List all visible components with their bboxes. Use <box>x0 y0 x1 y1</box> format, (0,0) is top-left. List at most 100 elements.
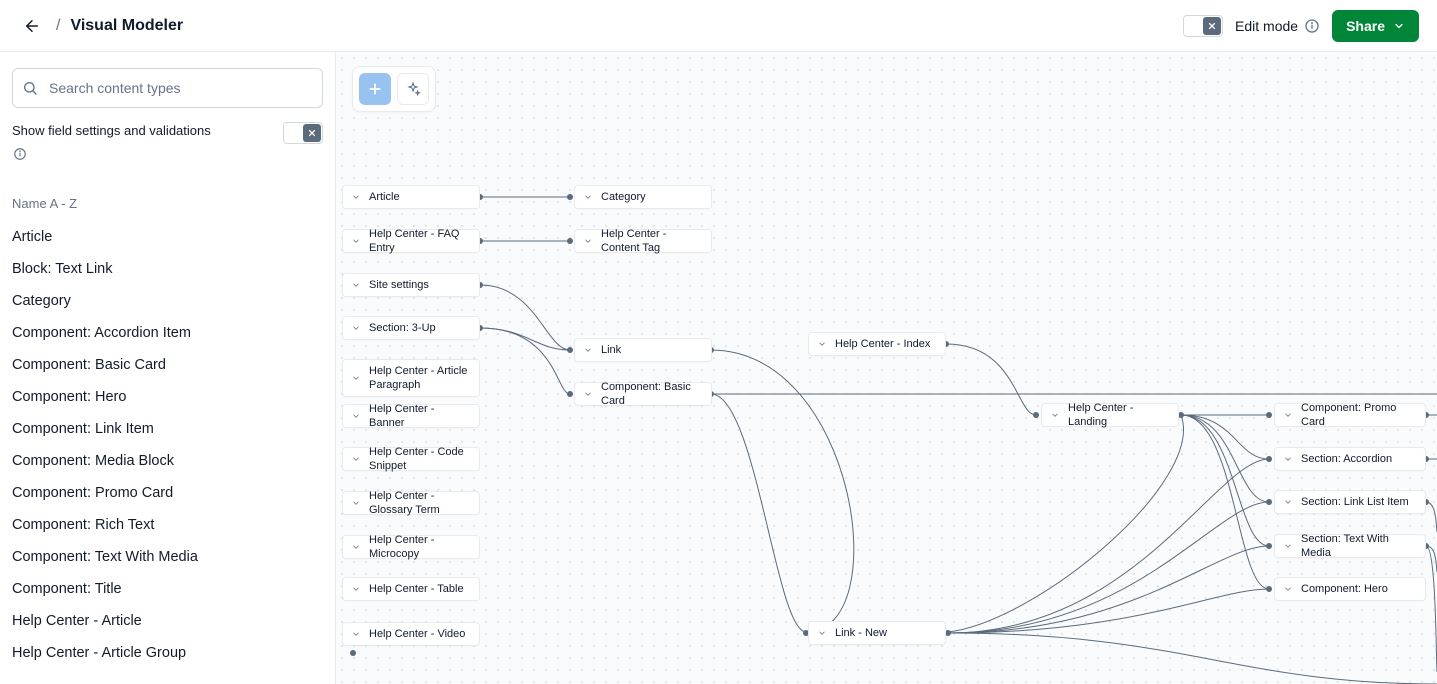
share-button-label: Share <box>1346 18 1385 34</box>
node-label: Help Center - Code Snippet <box>369 445 469 473</box>
close-icon <box>307 128 317 138</box>
chevron-down-icon <box>581 234 595 248</box>
node-label: Component: Basic Card <box>601 380 701 408</box>
node-link[interactable]: Link <box>574 338 712 362</box>
node-microcopy[interactable]: Help Center - Microcopy <box>342 535 480 559</box>
list-item[interactable]: Help Center - Article <box>12 605 323 637</box>
list-item[interactable]: Component: Link Item <box>12 413 323 445</box>
node-banner[interactable]: Help Center - Banner <box>342 404 480 428</box>
content-type-list: Article Block: Text Link Category Compon… <box>12 221 323 669</box>
chevron-down-icon <box>349 452 363 466</box>
page-title: Visual Modeler <box>70 17 183 35</box>
edit-mode-toggle[interactable] <box>1183 15 1223 37</box>
node-label: Link - New <box>835 626 887 640</box>
node-code-snippet[interactable]: Help Center - Code Snippet <box>342 447 480 471</box>
node-faq-entry[interactable]: Help Center - FAQ Entry <box>342 229 480 253</box>
canvas-toolbar <box>352 66 436 112</box>
chevron-down-icon <box>349 627 363 641</box>
node-label: Component: Hero <box>1301 582 1388 596</box>
show-fields-toggle[interactable] <box>283 122 323 144</box>
topbar-actions: Edit mode Share <box>1183 10 1419 42</box>
list-item[interactable]: Component: Text With Media <box>12 541 323 573</box>
list-item[interactable]: Component: Basic Card <box>12 349 323 381</box>
node-label: Help Center - Glossary Term <box>369 489 469 517</box>
info-icon[interactable] <box>12 146 28 162</box>
list-item[interactable]: Component: Rich Text <box>12 509 323 541</box>
canvas[interactable]: Article Help Center - FAQ Entry Site set… <box>336 52 1437 684</box>
node-article-paragraph[interactable]: Help Center - Article Paragraph <box>342 359 480 397</box>
node-section-textmedia[interactable]: Section: Text With Media <box>1274 534 1426 558</box>
node-content-tag[interactable]: Help Center - Content Tag <box>574 229 712 253</box>
node-hc-landing[interactable]: Help Center - Landing <box>1041 403 1179 427</box>
node-label: Article <box>369 190 400 204</box>
chevron-down-icon <box>1281 582 1295 596</box>
toggle-knob <box>1203 17 1221 35</box>
toggle-knob <box>303 124 321 142</box>
node-label: Help Center - Table <box>369 582 464 596</box>
sidebar: Show field settings and validations Name… <box>0 52 336 684</box>
show-fields-text: Show field settings and validations <box>12 122 211 140</box>
node-label: Help Center - Article Paragraph <box>369 364 469 392</box>
chevron-down-icon <box>349 371 363 385</box>
list-item[interactable]: Component: Promo Card <box>12 477 323 509</box>
chevron-down-icon <box>581 190 595 204</box>
node-label: Section: 3-Up <box>369 321 436 335</box>
chevron-down-icon <box>581 343 595 357</box>
node-label: Help Center - Video <box>369 627 465 641</box>
node-label: Site settings <box>369 278 429 292</box>
show-fields-label: Show field settings and validations <box>12 122 222 162</box>
plus-icon <box>367 81 383 97</box>
edit-mode-label: Edit mode <box>1235 18 1320 34</box>
node-section-3up[interactable]: Section: 3-Up <box>342 316 480 340</box>
edit-mode-text: Edit mode <box>1235 18 1298 34</box>
info-icon[interactable] <box>1304 18 1320 34</box>
node-table[interactable]: Help Center - Table <box>342 577 480 601</box>
chevron-down-icon <box>581 387 595 401</box>
close-icon <box>1207 21 1217 31</box>
node-label: Help Center - Index <box>835 337 930 351</box>
back-button[interactable] <box>18 12 46 40</box>
node-label: Section: Link List Item <box>1301 495 1409 509</box>
chevron-down-icon <box>815 337 829 351</box>
auto-layout-button[interactable] <box>397 73 429 105</box>
breadcrumb-separator: / <box>56 17 60 35</box>
chevron-down-icon <box>349 190 363 204</box>
node-label: Section: Text With Media <box>1301 532 1415 560</box>
node-promo-card[interactable]: Component: Promo Card <box>1274 403 1426 427</box>
chevron-down-icon <box>815 626 829 640</box>
node-category[interactable]: Category <box>574 185 712 209</box>
chevron-down-icon <box>349 234 363 248</box>
node-basic-card[interactable]: Component: Basic Card <box>574 382 712 406</box>
node-article[interactable]: Article <box>342 185 480 209</box>
add-node-button[interactable] <box>359 73 391 105</box>
node-link-new[interactable]: Link - New <box>808 621 946 645</box>
node-section-accordion[interactable]: Section: Accordion <box>1274 447 1426 471</box>
main: Show field settings and validations Name… <box>0 52 1437 684</box>
search-icon <box>22 80 38 96</box>
list-item[interactable]: Help Center - Article Group <box>12 637 323 669</box>
sparkle-icon <box>405 81 421 97</box>
chevron-down-icon <box>1048 408 1062 422</box>
chevron-down-icon <box>349 321 363 335</box>
node-label: Category <box>601 190 646 204</box>
list-item[interactable]: Component: Title <box>12 573 323 605</box>
list-item[interactable]: Component: Hero <box>12 381 323 413</box>
search-input[interactable] <box>12 68 323 108</box>
node-video[interactable]: Help Center - Video <box>342 622 480 646</box>
topbar: / Visual Modeler Edit mode Share <box>0 0 1437 52</box>
node-section-linklist[interactable]: Section: Link List Item <box>1274 490 1426 514</box>
chevron-down-icon <box>349 278 363 292</box>
node-glossary-term[interactable]: Help Center - Glossary Term <box>342 491 480 515</box>
chevron-down-icon <box>349 409 363 423</box>
share-button[interactable]: Share <box>1332 10 1419 42</box>
list-item[interactable]: Category <box>12 285 323 317</box>
node-component-hero[interactable]: Component: Hero <box>1274 577 1426 601</box>
list-item[interactable]: Component: Accordion Item <box>12 317 323 349</box>
node-hc-index[interactable]: Help Center - Index <box>808 332 946 356</box>
search-wrapper <box>12 68 323 108</box>
list-item[interactable]: Component: Media Block <box>12 445 323 477</box>
list-item[interactable]: Block: Text Link <box>12 253 323 285</box>
node-site-settings[interactable]: Site settings <box>342 273 480 297</box>
node-label: Help Center - Microcopy <box>369 533 469 561</box>
list-item[interactable]: Article <box>12 221 323 253</box>
